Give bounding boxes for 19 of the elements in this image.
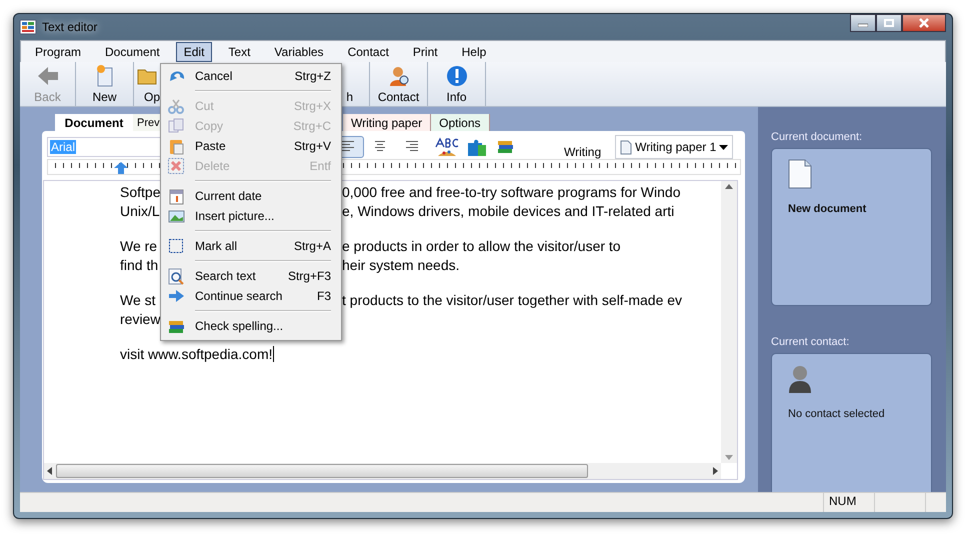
document-text: visit www.softpedia.com! [120, 346, 274, 362]
document-text: We re [120, 238, 158, 254]
document-text: Unix/L [120, 203, 160, 219]
document-name: New document [788, 203, 868, 215]
document-text: We st [120, 292, 156, 308]
document-text: e products in order to allow the visitor/user to [342, 237, 621, 256]
document-text: review [120, 311, 160, 327]
document-text: Softpe [120, 184, 160, 200]
status-panel: NUM [823, 493, 874, 512]
document-text: e, Windows drivers, mobile devices and IT-related arti [342, 202, 674, 221]
document-text: find th [120, 257, 158, 273]
section-label: Current contact: [771, 336, 850, 348]
window-title: Text editor [42, 20, 98, 34]
document-text: t products to the visitor/user together with self-made ev [342, 291, 682, 310]
writing-label: Writing [564, 145, 602, 159]
section-label: Current document: [771, 131, 864, 143]
contact-name: No contact selected [788, 408, 886, 420]
document-text: heir system needs. [342, 256, 460, 275]
document-text: 0,000 free and free-to-try software programs for Windo [342, 183, 680, 202]
